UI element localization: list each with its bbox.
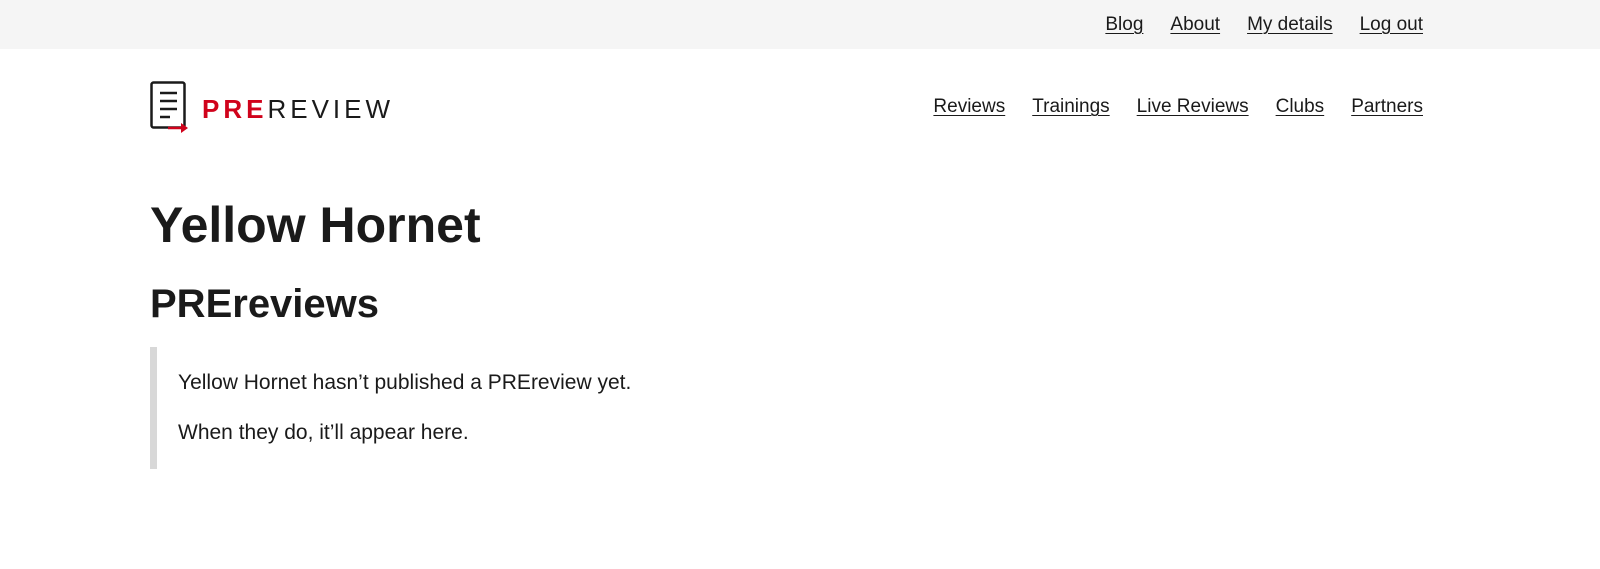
nav-link-live-reviews[interactable]: Live Reviews <box>1137 96 1249 118</box>
main-content: Yellow Hornet PREreviews Yellow Hornet h… <box>0 198 1600 469</box>
site-logo[interactable]: PREREVIEW <box>150 81 394 137</box>
nav-link-reviews[interactable]: Reviews <box>933 96 1005 118</box>
logo-wordmark-pre: PRE <box>202 94 268 124</box>
section-title: PREreviews <box>150 282 380 326</box>
utility-bar: Blog About My details Log out <box>0 0 1600 49</box>
empty-state-inset: Yellow Hornet hasn’t published a PRErevi… <box>150 347 850 469</box>
logo-wordmark: PREREVIEW <box>202 96 394 122</box>
logo-wordmark-review: REVIEW <box>267 94 395 124</box>
utility-link-my-details[interactable]: My details <box>1247 14 1333 36</box>
nav-link-trainings[interactable]: Trainings <box>1032 96 1109 118</box>
main-nav: Reviews Trainings Live Reviews Clubs Par… <box>906 96 1423 118</box>
nav-link-partners[interactable]: Partners <box>1351 96 1423 118</box>
page-title: Yellow Hornet <box>150 197 481 253</box>
nav-link-clubs[interactable]: Clubs <box>1276 96 1325 118</box>
empty-state-hint: When they do, it’ll appear here. <box>178 421 469 445</box>
utility-link-about[interactable]: About <box>1170 14 1220 36</box>
utility-link-log-out[interactable]: Log out <box>1360 14 1423 36</box>
site-header: PREREVIEW Reviews Trainings Live Reviews… <box>0 49 1600 169</box>
document-arrow-icon <box>150 81 188 133</box>
utility-link-blog[interactable]: Blog <box>1105 14 1143 36</box>
empty-state-message: Yellow Hornet hasn’t published a PRErevi… <box>178 371 632 394</box>
